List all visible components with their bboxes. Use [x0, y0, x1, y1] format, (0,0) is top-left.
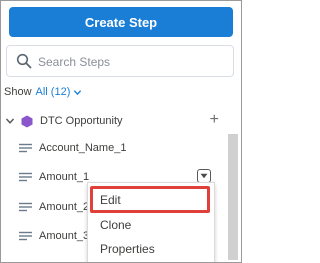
field-actions-dropdown-button[interactable] [197, 169, 211, 183]
group-row-dtc-opportunity[interactable]: DTC Opportunity + [5, 112, 239, 129]
show-filter-row: Show All (12) [4, 86, 82, 98]
search-steps-box[interactable]: Search Steps [6, 45, 234, 77]
field-lines-icon [19, 143, 32, 153]
add-field-button[interactable]: + [210, 112, 219, 128]
search-input[interactable]: Search Steps [38, 55, 110, 69]
field-lines-icon [19, 231, 32, 241]
chevron-down-icon [200, 173, 208, 179]
field-lines-icon [19, 172, 32, 182]
menu-item-properties[interactable]: Properties [88, 237, 214, 261]
chevron-down-icon[interactable] [73, 88, 82, 97]
field-name: Amount_2 [39, 201, 90, 213]
edit-highlight-box [90, 186, 210, 213]
menu-item-clone[interactable]: Clone [88, 213, 214, 237]
field-item-amount-2[interactable]: Amount_2 [19, 200, 89, 214]
create-step-button[interactable]: Create Step [9, 7, 233, 37]
scrollbar[interactable] [228, 134, 238, 260]
field-item-account-name-1[interactable]: Account_Name_1 [19, 141, 126, 155]
show-filter-link[interactable]: All (12) [36, 86, 71, 98]
field-item-amount-1[interactable]: Amount_1 [19, 170, 89, 184]
collapse-toggle-icon[interactable] [5, 116, 15, 126]
field-item-amount-3[interactable]: Amount_3 [19, 229, 89, 243]
field-name: Amount_1 [39, 171, 90, 183]
field-lines-icon [19, 202, 32, 212]
steps-panel: Create Step Search Steps Show All (12) D… [0, 0, 242, 263]
group-label: DTC Opportunity [40, 115, 123, 127]
show-label: Show [4, 86, 32, 98]
field-name: Amount_3 [39, 230, 90, 242]
hexagon-icon [21, 115, 33, 127]
field-name: Account_Name_1 [39, 142, 127, 154]
search-icon [16, 53, 32, 69]
